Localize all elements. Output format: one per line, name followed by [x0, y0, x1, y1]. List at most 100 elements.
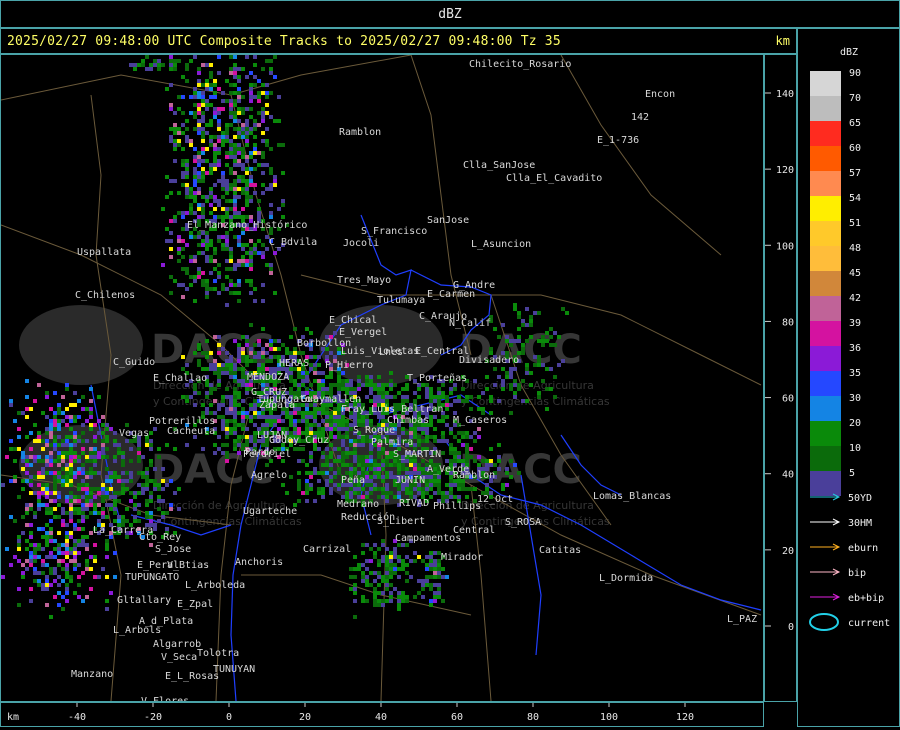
radar-echo-pixel	[241, 347, 245, 351]
radar-echo-pixel	[237, 195, 241, 199]
radar-echo-pixel	[33, 559, 37, 563]
radar-echo-pixel	[213, 155, 217, 159]
radar-echo-pixel	[449, 443, 453, 447]
radar-echo-pixel	[369, 571, 373, 575]
radar-echo-pixel	[345, 491, 349, 495]
radar-echo-pixel	[165, 443, 169, 447]
radar-echo-pixel	[405, 599, 409, 603]
radar-echo-pixel	[197, 363, 201, 367]
radar-echo-pixel	[405, 399, 409, 403]
radar-echo-pixel	[45, 455, 49, 459]
radar-echo-pixel	[381, 419, 385, 423]
radar-echo-pixel	[101, 511, 105, 515]
radar-echo-pixel	[177, 143, 181, 147]
radar-echo-pixel	[69, 403, 73, 407]
radar-echo-pixel	[65, 543, 69, 547]
radar-echo-pixel	[269, 187, 273, 191]
radar-echo-pixel	[245, 251, 249, 255]
radar-echo-pixel	[325, 415, 329, 419]
radar-echo-pixel	[541, 379, 545, 383]
radar-echo-pixel	[229, 267, 233, 271]
radar-echo-pixel	[213, 207, 217, 211]
radar-echo-pixel	[237, 239, 241, 243]
radar-echo-pixel	[349, 587, 353, 591]
radar-echo-pixel	[81, 535, 85, 539]
radar-echo-pixel	[217, 291, 221, 295]
radar-echo-pixel	[33, 555, 37, 559]
radar-echo-pixel	[225, 243, 229, 247]
radar-echo-pixel	[337, 431, 341, 435]
radar-echo-pixel	[261, 411, 265, 415]
radar-echo-pixel	[201, 283, 205, 287]
radar-echo-pixel	[385, 599, 389, 603]
radar-echo-pixel	[237, 423, 241, 427]
radar-echo-pixel	[189, 203, 193, 207]
radar-echo-pixel	[193, 195, 197, 199]
radar-echo-pixel	[345, 455, 349, 459]
radar-echo-pixel	[393, 495, 397, 499]
radar-echo-pixel	[9, 447, 13, 451]
radar-echo-pixel	[417, 491, 421, 495]
radar-echo-pixel	[253, 75, 257, 79]
radar-echo-pixel	[521, 319, 525, 323]
current-storm-icon	[809, 613, 839, 631]
radar-echo-pixel	[89, 555, 93, 559]
radar-echo-pixel	[173, 139, 177, 143]
radar-echo-pixel	[337, 379, 341, 383]
radar-echo-pixel	[245, 411, 249, 415]
radar-echo-pixel	[21, 479, 25, 483]
radar-echo-pixel	[61, 475, 65, 479]
radar-echo-pixel	[69, 475, 73, 479]
radar-echo-pixel	[433, 439, 437, 443]
radar-echo-pixel	[177, 191, 181, 195]
radar-echo-pixel	[413, 467, 417, 471]
radar-echo-pixel	[517, 387, 521, 391]
radar-echo-pixel	[445, 483, 449, 487]
radar-echo-pixel	[45, 491, 49, 495]
radar-echo-pixel	[305, 419, 309, 423]
radar-echo-pixel	[277, 95, 281, 99]
radar-echo-pixel	[493, 463, 497, 467]
radar-echo-pixel	[337, 375, 341, 379]
radar-echo-pixel	[189, 395, 193, 399]
radar-echo-pixel	[201, 171, 205, 175]
radar-echo-pixel	[229, 103, 233, 107]
radar-echo-pixel	[401, 463, 405, 467]
radar-echo-pixel	[201, 159, 205, 163]
radar-echo-pixel	[361, 455, 365, 459]
radar-echo-pixel	[65, 455, 69, 459]
radar-echo-pixel	[185, 163, 189, 167]
radar-echo-pixel	[245, 167, 249, 171]
radar-map-canvas[interactable]: DACC DACC DACC DACC Dirección de Agricul…	[0, 43, 763, 707]
radar-echo-pixel	[497, 375, 501, 379]
radar-echo-pixel	[469, 407, 473, 411]
radar-echo-pixel	[21, 515, 25, 519]
radar-echo-pixel	[301, 491, 305, 495]
radar-echo-pixel	[369, 463, 373, 467]
radar-echo-pixel	[249, 351, 253, 355]
radar-echo-pixel	[173, 111, 177, 115]
radar-echo-pixel	[225, 443, 229, 447]
radar-map[interactable]: DACC DACC DACC DACC Dirección de Agricul…	[0, 43, 764, 707]
radar-echo-pixel	[209, 123, 213, 127]
radar-echo-pixel	[505, 371, 509, 375]
radar-echo-pixel	[105, 547, 109, 551]
radar-echo-pixel	[353, 575, 357, 579]
radar-echo-pixel	[237, 87, 241, 91]
radar-echo-pixel	[225, 215, 229, 219]
radar-echo-pixel	[421, 467, 425, 471]
radar-echo-pixel	[225, 371, 229, 375]
radar-echo-pixel	[173, 59, 177, 63]
radar-echo-pixel	[397, 599, 401, 603]
radar-echo-pixel	[201, 127, 205, 131]
radar-echo-pixel	[229, 155, 233, 159]
radar-echo-pixel	[213, 199, 217, 203]
radar-echo-pixel	[329, 431, 333, 435]
radar-echo-pixel	[157, 495, 161, 499]
radar-echo-pixel	[97, 503, 101, 507]
radar-echo-pixel	[17, 435, 21, 439]
radar-echo-pixel	[89, 427, 93, 431]
radar-echo-pixel	[81, 467, 85, 471]
radar-echo-pixel	[37, 579, 41, 583]
radar-echo-pixel	[25, 463, 29, 467]
